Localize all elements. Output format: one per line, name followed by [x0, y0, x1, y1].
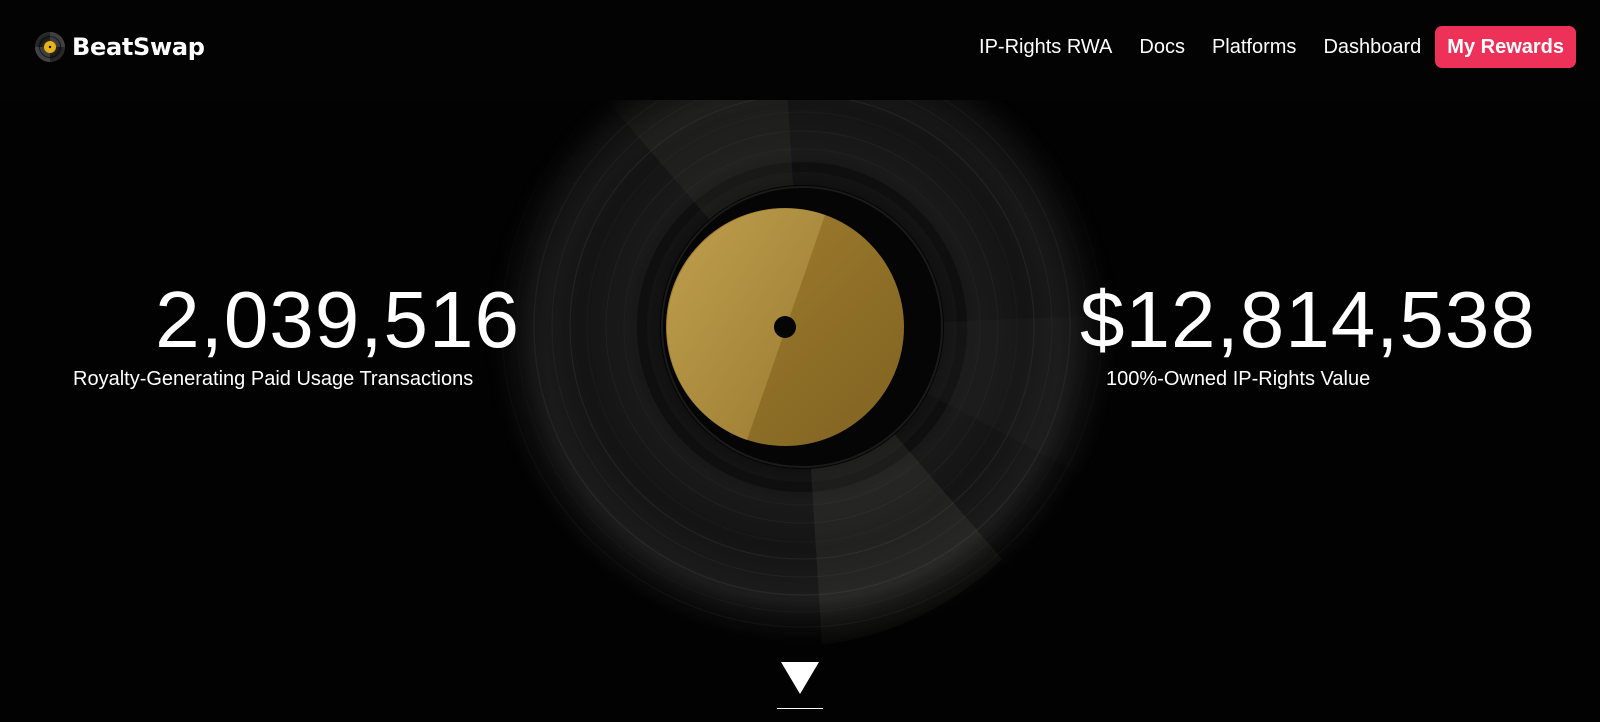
- brand-name: BeatSwap: [72, 33, 205, 61]
- triangle-down-icon: [781, 662, 819, 694]
- stat-ip-rights-value-label: 100%-Owned IP-Rights Value: [1106, 368, 1371, 390]
- my-rewards-button[interactable]: My Rewards: [1435, 26, 1576, 68]
- logo[interactable]: BeatSwap: [34, 31, 205, 63]
- nav-link-platforms[interactable]: Platforms: [1212, 26, 1296, 68]
- nav-link-ip-rights-rwa[interactable]: IP-Rights RWA: [979, 26, 1112, 68]
- nav-link-docs[interactable]: Docs: [1139, 26, 1185, 68]
- stat-ip-rights-value-amount: $12,814,538: [1080, 275, 1536, 364]
- stat-transactions-label: Royalty-Generating Paid Usage Transactio…: [73, 368, 474, 390]
- stat-transactions: 2,039,516 Royalty-Generating Paid Usage …: [60, 280, 520, 400]
- main-nav: IP-Rights RWA Docs Platforms Dashboard M…: [979, 26, 1576, 68]
- vinyl-record-icon: [484, 100, 1120, 645]
- stat-ip-rights-value: $12,814,538 100%-Owned IP-Rights Value: [1080, 280, 1535, 400]
- vinyl-logo-icon: [35, 32, 65, 62]
- site-header: BeatSwap IP-Rights RWA Docs Platforms Da…: [0, 0, 1600, 100]
- scroll-underline: [777, 708, 823, 709]
- scroll-down-button[interactable]: [776, 658, 824, 714]
- landing-page: BeatSwap IP-Rights RWA Docs Platforms Da…: [0, 0, 1600, 722]
- stat-transactions-value: 2,039,516: [155, 275, 520, 364]
- nav-link-dashboard[interactable]: Dashboard: [1323, 26, 1421, 68]
